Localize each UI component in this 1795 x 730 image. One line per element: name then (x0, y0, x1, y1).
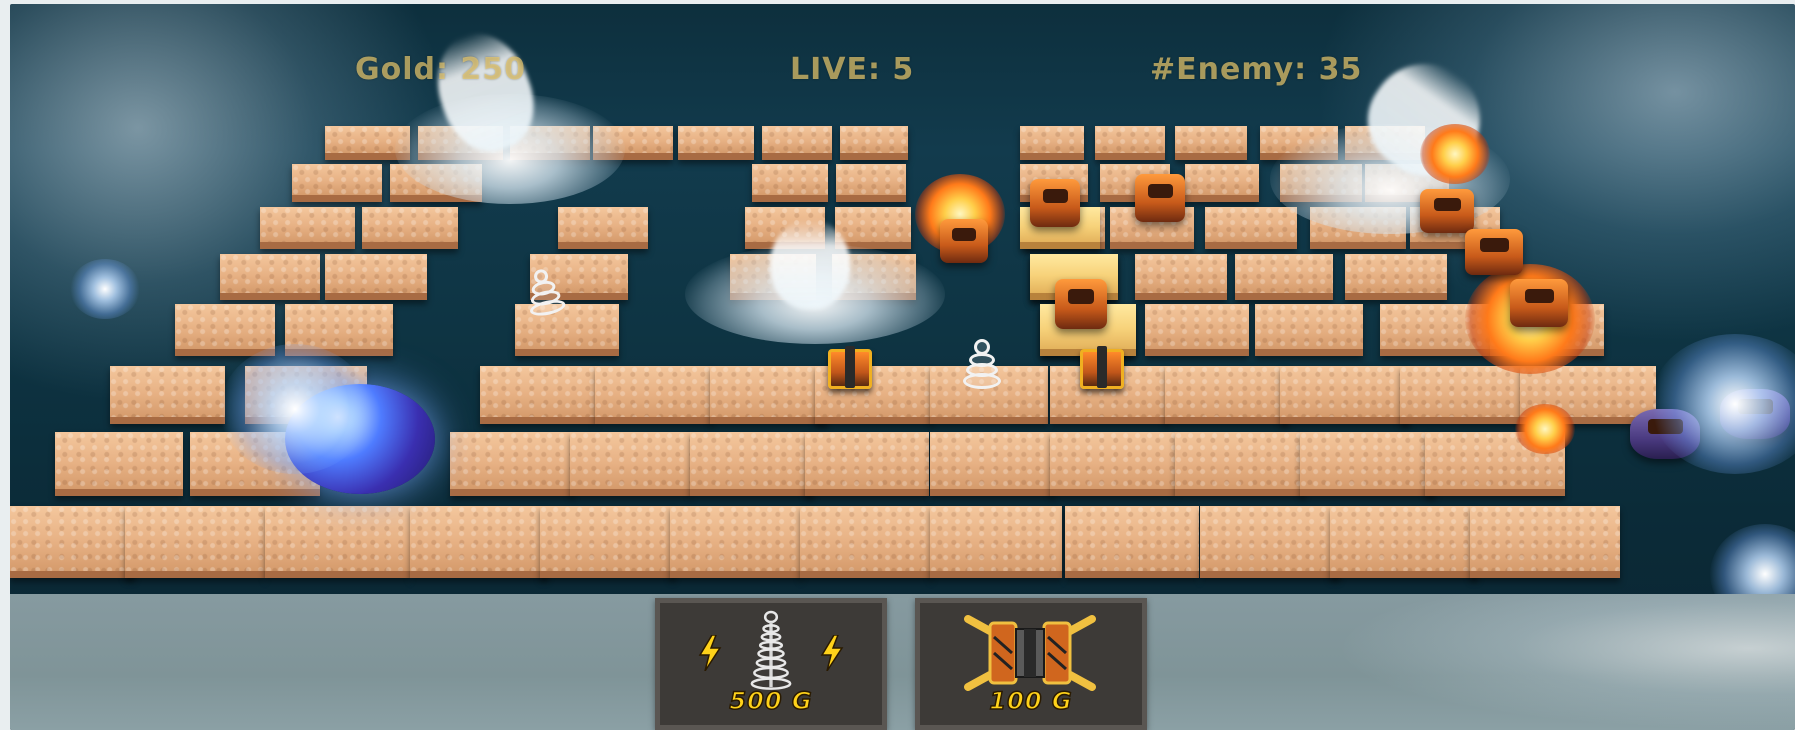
board-tile[interactable] (1205, 207, 1297, 249)
board-tile[interactable] (1135, 254, 1227, 300)
lightning-bolt-icon (820, 635, 844, 671)
board-tile[interactable] (595, 366, 713, 424)
board-tile[interactable] (265, 506, 410, 578)
board-tile[interactable] (1235, 254, 1333, 300)
enemy-robot (1465, 229, 1523, 275)
enemy-robot (1420, 189, 1474, 233)
board-tile[interactable] (836, 164, 906, 202)
board-tile[interactable] (930, 506, 1062, 578)
enemy-robot (1135, 174, 1185, 222)
board-tile[interactable] (175, 304, 275, 356)
board-tile[interactable] (125, 506, 265, 578)
game-viewport[interactable]: Gold: 250 LIVE: 5 #Enemy: 35 500 G 100 G (10, 4, 1795, 730)
explosion (1515, 404, 1575, 454)
enemy-robot (1510, 279, 1568, 327)
board-tile[interactable] (1280, 366, 1410, 424)
board-tile[interactable] (55, 432, 183, 496)
cannon-tower[interactable] (1080, 346, 1124, 389)
board-tile[interactable] (670, 506, 802, 578)
shop-item-cannon-tower[interactable]: 100 G (915, 598, 1147, 730)
board-tile[interactable] (480, 366, 596, 424)
board-tile[interactable] (1050, 432, 1176, 496)
tesla-tower[interactable] (962, 339, 1002, 391)
board-tile[interactable] (835, 207, 911, 249)
board-tile[interactable] (1165, 366, 1289, 424)
enemy-robot (940, 219, 988, 263)
board-tile[interactable] (1065, 506, 1199, 578)
board-tile[interactable] (1470, 506, 1620, 578)
cannon-price-label: 100 G (989, 686, 1073, 716)
shop-item-tesla-tower[interactable]: 500 G (655, 598, 887, 730)
board-tile[interactable] (1300, 432, 1436, 496)
board-tile[interactable] (570, 432, 692, 496)
enemy-robot (1030, 179, 1080, 227)
board-tile[interactable] (260, 207, 355, 249)
board-tile[interactable] (220, 254, 320, 300)
cannon-tower[interactable] (828, 346, 872, 389)
board-tile[interactable] (558, 207, 648, 249)
board-tile[interactable] (710, 366, 828, 424)
board-tile[interactable] (1175, 126, 1247, 160)
light-glow (70, 259, 140, 319)
board-tile[interactable] (800, 506, 932, 578)
board-tile[interactable] (362, 207, 458, 249)
water-plume (770, 219, 850, 309)
board-tile[interactable] (110, 366, 225, 424)
board-tile[interactable] (1095, 126, 1165, 160)
board-tile[interactable] (1020, 126, 1084, 160)
board-tile[interactable] (292, 164, 382, 202)
board-tile[interactable] (540, 506, 675, 578)
board-tile[interactable] (1330, 506, 1478, 578)
board-tile[interactable] (1400, 366, 1534, 424)
tower-shop-panel: 500 G 100 G (10, 594, 1795, 730)
board-tile[interactable] (690, 432, 814, 496)
board-tile[interactable] (10, 506, 135, 578)
board-tile[interactable] (1185, 164, 1259, 202)
board-tile[interactable] (450, 432, 574, 496)
tesla-coil-icon (750, 610, 792, 690)
board-tile[interactable] (840, 126, 908, 160)
board-tile[interactable] (805, 432, 929, 496)
board-tile[interactable] (930, 432, 1054, 496)
lightning-bolt-icon (698, 635, 722, 671)
board-tile[interactable] (678, 126, 754, 160)
board-tile[interactable] (762, 126, 832, 160)
cannon-turret-icon (964, 615, 1096, 691)
explosion (1420, 124, 1490, 184)
board-tile[interactable] (1175, 432, 1305, 496)
board-tile[interactable] (1145, 304, 1249, 356)
board-tile[interactable] (1200, 506, 1340, 578)
enemy-robot (1055, 279, 1107, 329)
board-tile[interactable] (410, 506, 548, 578)
board-tile[interactable] (325, 254, 427, 300)
board-tile[interactable] (1345, 254, 1447, 300)
board-tile[interactable] (752, 164, 828, 202)
light-glow (220, 344, 370, 474)
board-tile[interactable] (1255, 304, 1363, 356)
tesla-price-label: 500 G (729, 686, 813, 716)
